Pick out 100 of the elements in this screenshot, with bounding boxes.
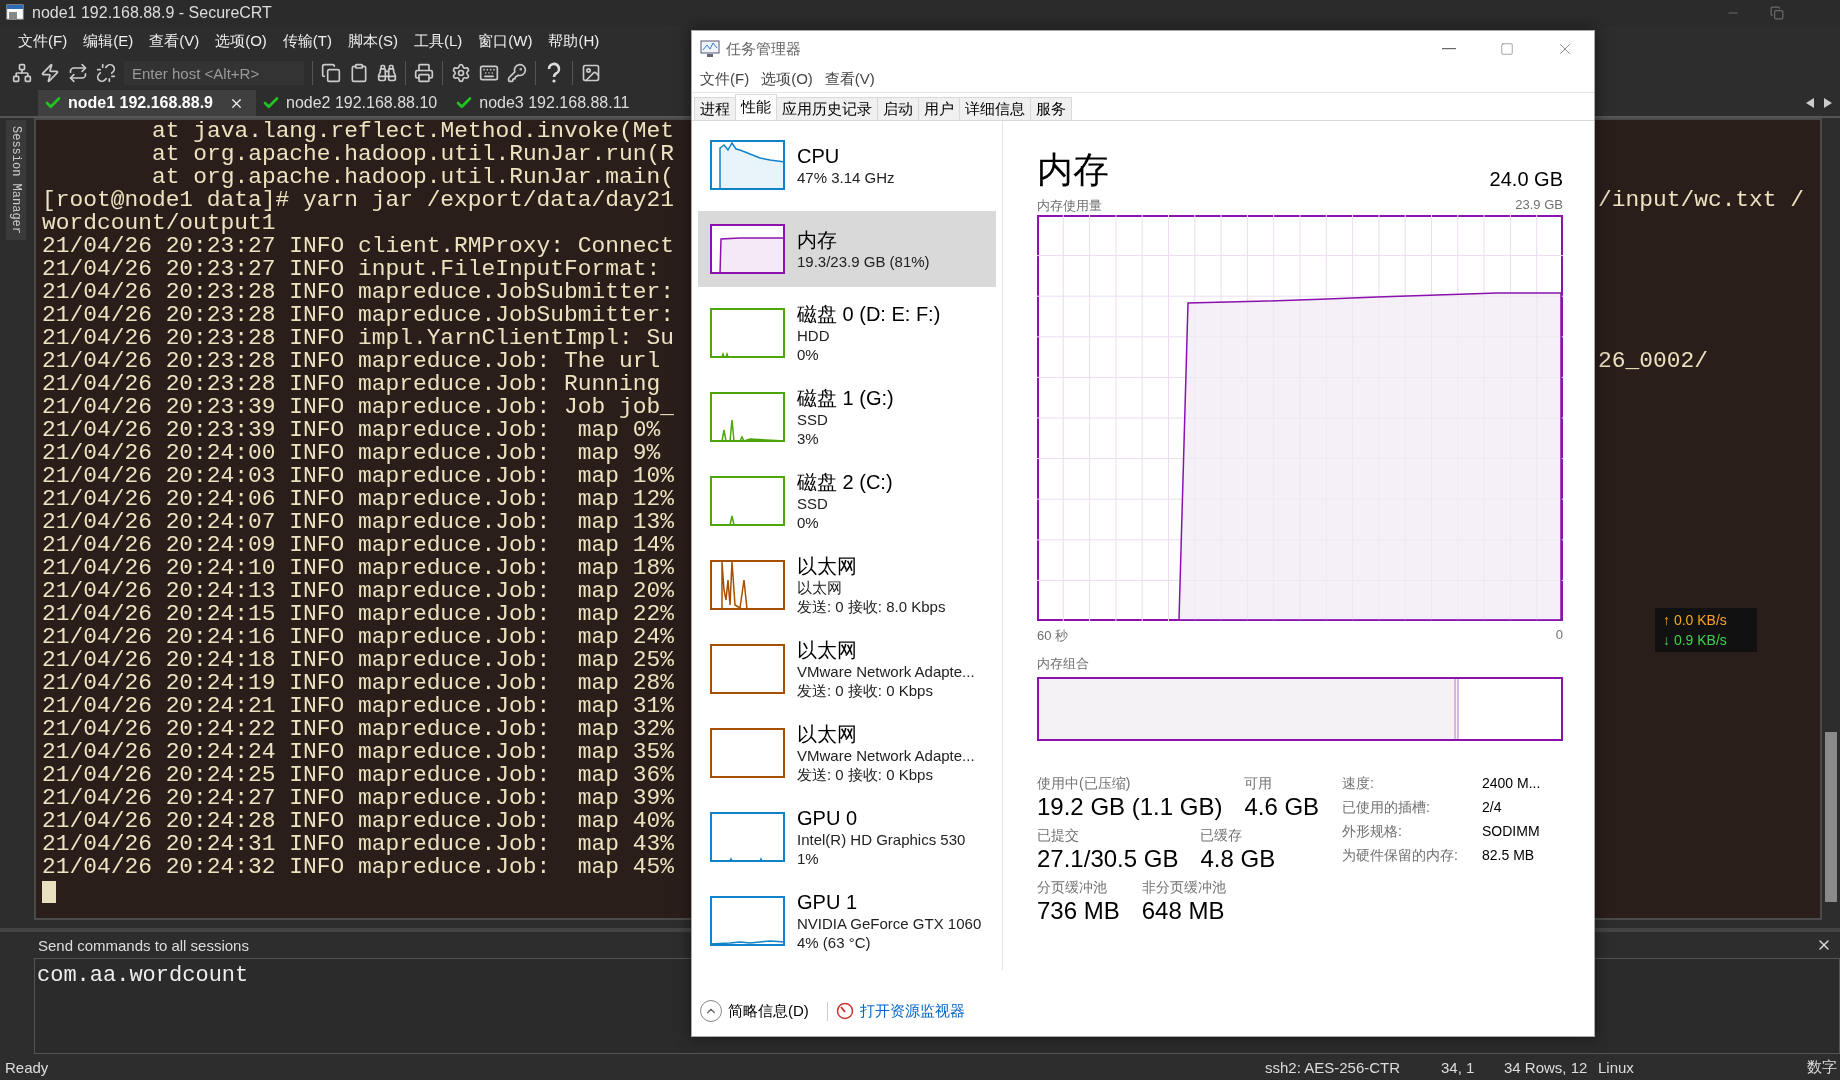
menu-item[interactable]: 文件(F) xyxy=(10,27,76,55)
stat-label: 使用中(已压缩) xyxy=(1037,775,1132,793)
session-tab[interactable]: node1 192.168.88.9 xyxy=(38,90,256,116)
terminal-line: 26_0002/ xyxy=(1598,350,1708,373)
status-text: ssh2: AES-256-CTR xyxy=(1265,1058,1402,1076)
host-field[interactable]: Enter host <Alt+R> xyxy=(124,61,304,85)
composition-label: 内存组合 xyxy=(1037,655,1089,673)
menu-item[interactable]: 查看(V) xyxy=(141,27,208,55)
session-manager-tab[interactable]: Session Manager xyxy=(6,120,26,241)
terminal-line: 21/04/26 20:24:25 INFO mapreduce.Job: map 36% xyxy=(42,762,674,788)
minimize-icon xyxy=(1442,48,1456,50)
resource-item[interactable]: 磁盘 1 (G:) SSD 3% xyxy=(698,379,996,455)
network-icon[interactable] xyxy=(12,63,32,83)
resource-item[interactable]: GPU 0 Intel(R) HD Graphics 530 1% xyxy=(698,799,996,875)
stat-value: 736 MB xyxy=(1037,897,1120,925)
menu-item[interactable]: 编辑(E) xyxy=(75,27,142,55)
terminal-line: 21/04/26 20:23:28 INFO mapreduce.JobSubmitter: xyxy=(42,302,674,328)
capacity-text: 24.0 GB xyxy=(1489,168,1563,191)
resource-detail: 1% xyxy=(797,849,820,868)
menu-item[interactable]: 脚本(S) xyxy=(340,27,406,55)
menu-item[interactable]: 选项(O) xyxy=(207,27,275,55)
resource-item[interactable]: 以太网 以太网 发送: 0 接收: 8.0 Kbps xyxy=(698,547,996,623)
resource-item[interactable]: GPU 1 NVIDIA GeForce GTX 1060 4% (63 °C) xyxy=(698,883,996,959)
terminal-line: 21/04/26 20:24:19 INFO mapreduce.Job: map 28% xyxy=(42,670,674,696)
stat-value: 19.2 GB (1.1 GB) xyxy=(1037,793,1223,821)
resource-detail: SSD xyxy=(797,410,829,429)
menu-item[interactable]: 窗口(W) xyxy=(470,27,541,55)
stat-label: 已提交 xyxy=(1037,827,1080,845)
graph-label: 内存使用量 xyxy=(1037,197,1102,215)
tab[interactable]: 服务 xyxy=(1030,97,1072,120)
copy-icon[interactable] xyxy=(321,63,341,83)
menu-item[interactable]: 工具(L) xyxy=(406,27,471,55)
repeat-icon[interactable] xyxy=(68,63,88,83)
stat-label: 已缓存 xyxy=(1200,827,1244,845)
status-text: Ready xyxy=(5,1058,50,1076)
key-icon[interactable] xyxy=(507,63,527,83)
summary-button[interactable]: 简略信息(D) xyxy=(700,1000,809,1022)
terminal-line: 21/04/26 20:23:28 INFO mapreduce.Job: The url xyxy=(42,348,661,374)
status-text: 34 Rows, 12 xyxy=(1504,1058,1589,1076)
clipboard-icon[interactable] xyxy=(349,63,369,83)
tab[interactable]: 进程 xyxy=(694,97,736,120)
resource-item[interactable]: CPU 47% 3.14 GHz xyxy=(698,127,996,203)
terminal-line: at java.lang.reflect.Method.invoke(Met xyxy=(152,120,674,144)
session-tab[interactable]: node2 192.168.88.10 xyxy=(256,90,450,116)
menu-item[interactable]: 帮助(H) xyxy=(540,27,608,55)
resource-detail: 47% 3.14 GHz xyxy=(797,167,895,187)
spec-value: 82.5 MB xyxy=(1482,847,1536,865)
resource-item[interactable]: 磁盘 0 (D: E: F:) HDD 0% xyxy=(698,295,996,371)
binoculars-icon[interactable] xyxy=(377,63,397,83)
resource-item[interactable]: 以太网 VMware Network Adapte... 发送: 0 接收: 0 Kbps xyxy=(698,631,996,707)
terminal-line: 21/04/26 20:23:28 INFO mapreduce.JobSubmitter: xyxy=(42,279,674,305)
menu-item[interactable]: 传输(T) xyxy=(274,27,340,55)
terminal-line: at org.apache.hadoop.util.RunJar.main( xyxy=(152,164,674,190)
resource-detail: 0% xyxy=(797,513,820,532)
resource-name: 以太网 xyxy=(797,554,858,578)
spec-label: 速度: xyxy=(1342,775,1375,793)
resource-name: CPU xyxy=(797,143,841,168)
resource-item[interactable]: 内存 19.3/23.9 GB (81%) xyxy=(698,211,996,287)
status-text: 34, 1 xyxy=(1441,1058,1476,1076)
terminal-line: 21/04/26 20:24:31 INFO mapreduce.Job: map 43% xyxy=(42,831,674,857)
menu-item[interactable]: 查看(V) xyxy=(818,68,881,91)
menu-item[interactable]: 文件(F) xyxy=(694,68,756,91)
scroll-right-icon[interactable] xyxy=(1824,98,1832,108)
settings-icon[interactable] xyxy=(451,63,471,83)
image-icon[interactable] xyxy=(581,63,601,83)
keyboard-icon[interactable] xyxy=(479,63,499,83)
resource-detail: 发送: 0 接收: 8.0 Kbps xyxy=(797,597,946,616)
resource-name: 以太网 xyxy=(797,638,858,662)
lightning-icon[interactable] xyxy=(40,63,60,83)
scroll-left-icon[interactable] xyxy=(1806,98,1814,108)
terminal-line: 21/04/26 20:24:15 INFO mapreduce.Job: map 22% xyxy=(42,601,674,627)
app-icon xyxy=(6,4,24,22)
resource-monitor-link[interactable]: 打开资源监视器 xyxy=(859,1001,965,1021)
unlink-icon[interactable] xyxy=(96,63,116,83)
stat-label: 非分页缓冲池 xyxy=(1141,879,1226,897)
tab[interactable]: 启动 xyxy=(877,97,919,120)
tab[interactable]: 用户 xyxy=(918,97,960,120)
window-title: 任务管理器 xyxy=(726,39,801,59)
resource-detail: 4% (63 °C) xyxy=(797,933,872,952)
terminal-line: 21/04/26 20:24:21 INFO mapreduce.Job: map 31% xyxy=(42,693,674,719)
resource-detail: 以太网 xyxy=(797,578,843,597)
stat-label: 分页缓冲池 xyxy=(1037,879,1108,897)
tab[interactable]: 详细信息 xyxy=(959,97,1031,120)
terminal-line: wordcount/output1 xyxy=(42,210,276,236)
terminal-line: 21/04/26 20:24:16 INFO mapreduce.Job: map 24% xyxy=(42,624,674,650)
resource-item[interactable]: 以太网 VMware Network Adapte... 发送: 0 接收: 0 Kbps xyxy=(698,715,996,791)
status-text: Linux xyxy=(1598,1058,1635,1076)
terminal-line: 21/04/26 20:23:39 INFO mapreduce.Job: map 0% xyxy=(42,417,661,443)
terminal-line: 21/04/26 20:24:09 INFO mapreduce.Job: map 14% xyxy=(42,532,674,558)
resource-name: 磁盘 2 (C:) xyxy=(797,470,893,494)
tab[interactable]: 应用历史记录 xyxy=(776,97,878,120)
menu-item[interactable]: 选项(O) xyxy=(755,68,819,91)
stat-value: 27.1/30.5 GB xyxy=(1037,845,1179,873)
printer-icon[interactable] xyxy=(414,63,434,83)
restore-icon[interactable] xyxy=(1770,6,1784,20)
spec-label: 外形规格: xyxy=(1342,823,1403,841)
session-tab[interactable]: node3 192.168.88.11 xyxy=(449,90,642,116)
resource-item[interactable]: 磁盘 2 (C:) SSD 0% xyxy=(698,463,996,539)
spec-value: 2/4 xyxy=(1482,799,1503,817)
resource-detail: VMware Network Adapte... xyxy=(797,662,975,681)
